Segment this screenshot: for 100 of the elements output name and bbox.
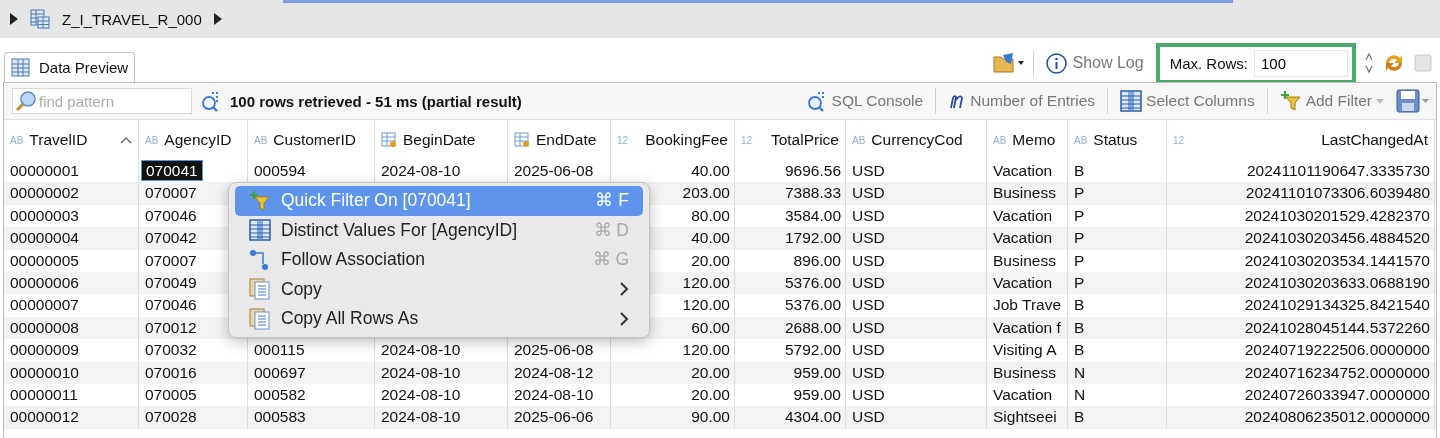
column-header[interactable]: EndDate [508,120,611,160]
columns-icon [1120,90,1143,112]
status-message: 100 rows retrieved - 51 ms (partial result) [230,92,522,110]
column-header[interactable]: 12 BookingFee [611,120,735,160]
table-cell: 2024-08-12 [514,363,594,381]
table-cell: 20240716234752.0000000 [1244,363,1430,381]
column-header[interactable]: 12 LastChangedAt [1167,120,1435,160]
table-cell: Vacation [993,273,1053,291]
max-rows-field[interactable]: 100 [1254,49,1348,77]
table-cell: 20241030203534.1441570 [1244,251,1430,269]
export-folder-icon[interactable] [993,52,1026,74]
table-icon [11,57,31,78]
table-cell: USD [852,206,885,224]
column-header[interactable]: AB Memo [987,120,1068,160]
table-cell: 60.00 [691,318,730,336]
columns-icon [249,219,271,242]
column-header[interactable]: BeginDate [375,120,508,160]
table-cell: 40.00 [691,229,730,247]
type-label: AB [993,134,1007,146]
filter-add-icon [249,189,271,212]
table-cell: USD [852,385,885,403]
table-cell: 000115 [254,341,305,359]
table-cell: 120.00 [682,273,730,291]
calendar-icon [381,132,397,148]
table-cell: 070028 [145,408,197,426]
context-menu-item[interactable]: Copy [235,274,643,304]
table-cell: 20241030201529.4282370 [1244,206,1430,224]
expand-arrow-icon[interactable] [10,13,18,25]
table-cell: 20.00 [691,363,730,381]
context-menu-item[interactable]: Copy All Rows As [235,304,643,334]
table-cell: 00000003 [10,206,79,224]
table-cell: P [1074,206,1085,224]
type-label: 12 [741,134,753,146]
table-cell: 00000004 [10,229,79,247]
max-rows-label: Max. Rows: [1169,54,1248,72]
table-cell: 5376.00 [784,296,841,314]
show-log-button[interactable]: Show Log [1042,50,1148,76]
table-cell: N [1074,363,1086,381]
context-menu-item[interactable]: Distinct Values For [AgencyID] ⌘ D [235,215,643,245]
table-cell: 1792.00 [784,229,841,247]
add-filter-button[interactable]: Add Filter [1275,88,1388,114]
table-icon [30,9,50,29]
type-label: AB [1074,134,1088,146]
column-header[interactable]: AB TravelID [4,120,139,160]
table-cell: 000594 [254,162,306,179]
table-cell: USD [852,229,885,247]
breadcrumb-title[interactable]: Z_I_TRAVEL_R_000 [62,10,202,28]
table-cell: USD [852,341,885,359]
table-cell: 896.00 [793,251,841,269]
table-cell: 80.00 [691,206,730,224]
table-cell: 2024-08-10 [381,385,461,403]
table-cell: 070046 [145,206,197,224]
table-cell: 00000005 [10,251,79,269]
table-cell: P [1074,229,1085,247]
table-cell: 00000009 [10,341,79,359]
table-cell: 00000010 [10,363,79,381]
number-of-entries-button[interactable]: Number of Entries [944,90,1100,112]
table-cell: Business [993,251,1056,269]
table-cell: 00000011 [10,385,78,403]
selected-table-cell[interactable]: 070041 [142,161,202,180]
table-cell: 2024-08-10 [381,363,461,381]
save-icon[interactable] [1396,89,1430,113]
table-cell: Vacation f [993,318,1061,336]
search-field[interactable]: find pattern [12,88,192,114]
table-cell: B [1074,341,1085,359]
table-cell: 00000006 [10,273,79,291]
clipboard-icon [249,278,271,301]
select-columns-button[interactable]: Select Columns [1116,88,1259,114]
sort-ascending-icon[interactable] [120,136,132,144]
table-cell: 00000008 [10,318,79,336]
table-cell: USD [852,296,885,314]
table-cell: 20241029134325.8421540 [1244,296,1430,314]
context-menu-item[interactable]: Follow Association ⌘ G [235,245,643,275]
table-cell: Vacation [993,385,1053,403]
table-cell: 070016 [145,363,197,381]
table-cell: Job Trave [993,296,1062,314]
table-cell: 070049 [145,273,197,291]
table-cell: 20241101073306.6039480 [1245,184,1430,202]
column-header[interactable]: AB CurrencyCod [846,120,987,160]
table-cell: 5792.00 [784,341,841,359]
data-preview-tab[interactable]: Data Preview [4,52,136,82]
type-label: 12 [1173,134,1185,146]
expand-arrow-icon[interactable] [213,13,222,25]
table-cell: USD [852,162,885,179]
search-icon [15,90,37,112]
table-cell: B [1074,408,1085,426]
type-label: AB [254,134,268,146]
column-header[interactable]: AB CustomerID [248,120,375,160]
table-cell: 070012 [145,318,197,336]
table-cell: P [1074,251,1085,269]
column-header[interactable]: 12 TotalPrice [735,120,846,160]
table-cell: 203.00 [682,184,730,202]
table-cell: 5376.00 [784,273,841,291]
table-cell: 20.00 [691,385,730,403]
column-header[interactable]: AB Status [1068,120,1167,160]
sql-console-button[interactable]: SQL Console [801,88,928,114]
table-cell: 40.00 [691,162,730,179]
table-cell: Vacation [993,162,1053,179]
dropdown-arrow-icon [1376,98,1384,104]
table-cell: 20241030203456.4884520 [1244,229,1430,247]
